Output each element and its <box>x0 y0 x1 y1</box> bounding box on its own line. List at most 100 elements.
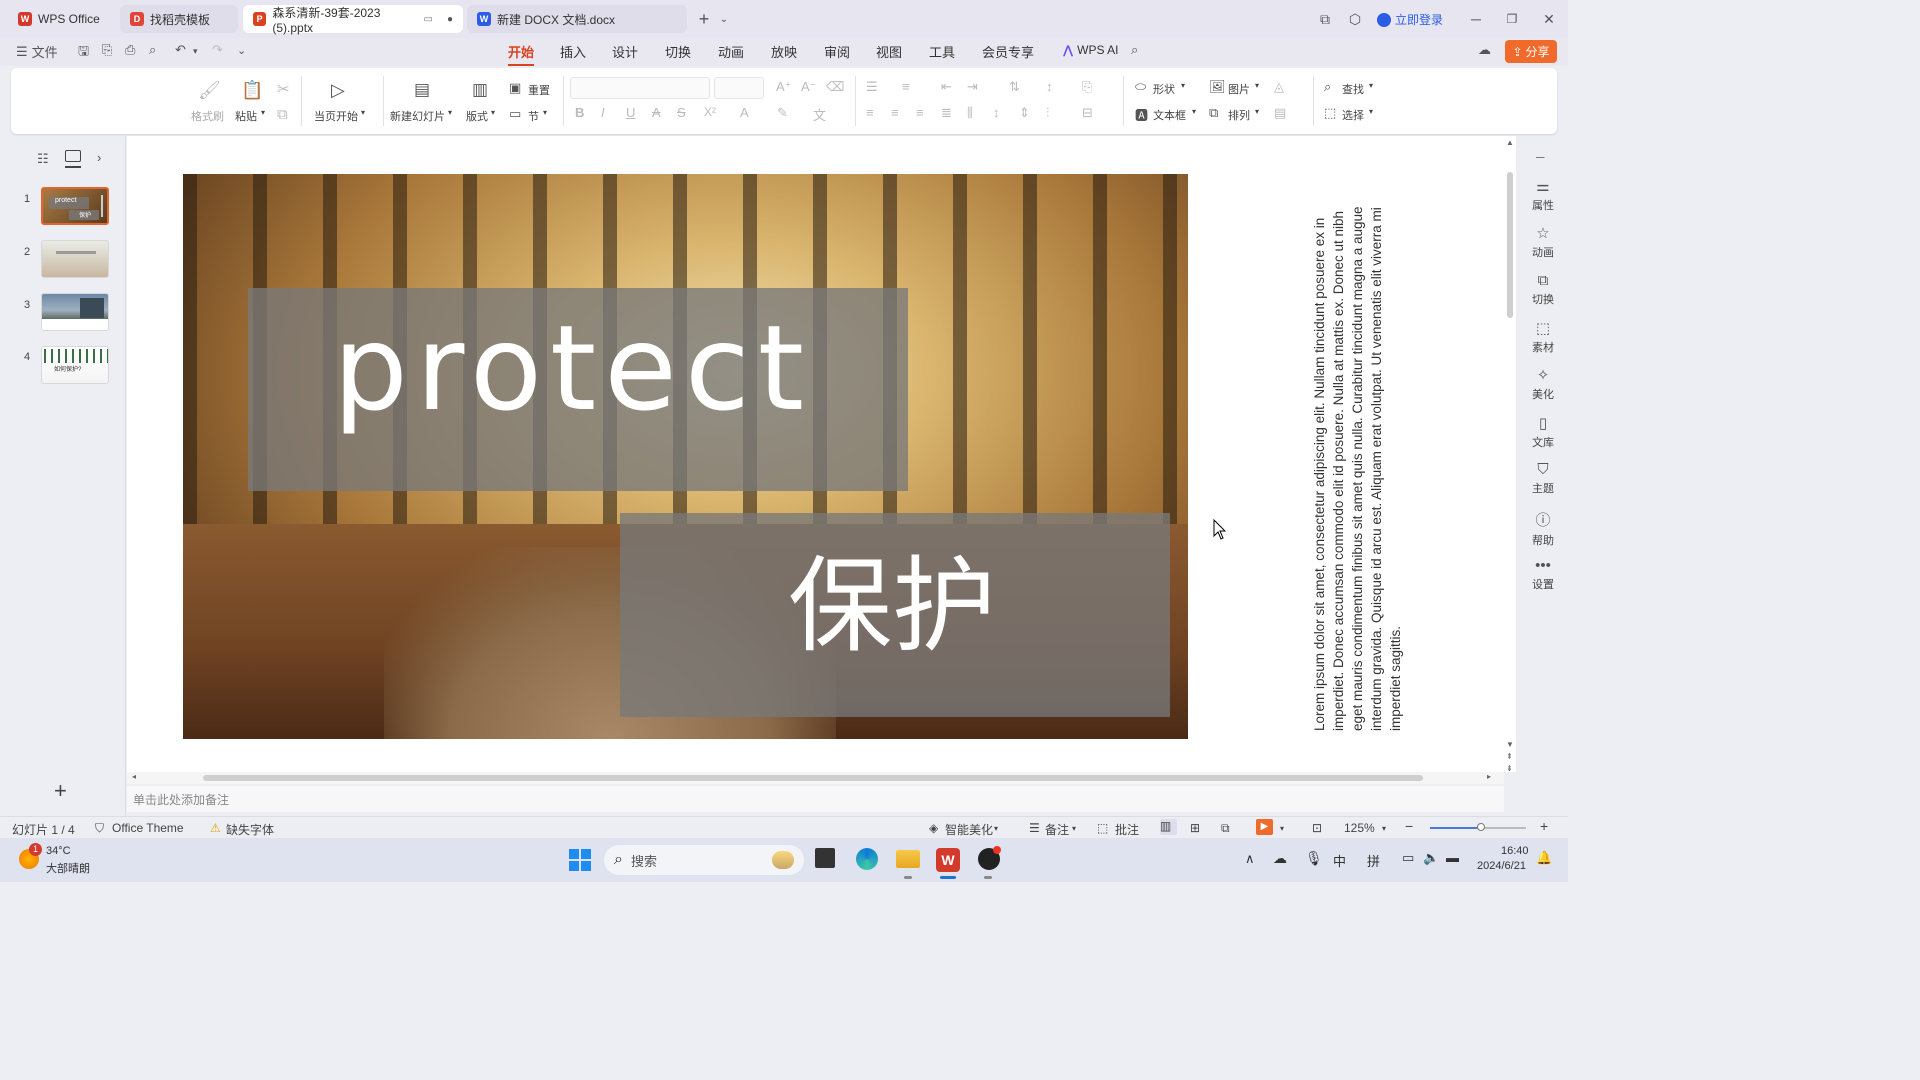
fit-window-icon[interactable]: ⊡ <box>1312 821 1322 835</box>
menu-member[interactable]: 会员专享 <box>982 42 1034 61</box>
bold-icon[interactable]: B <box>575 105 584 120</box>
menu-animation[interactable]: 动画 <box>718 42 744 61</box>
onedrive-cloud-icon[interactable]: ☁ <box>1273 850 1287 867</box>
font-color-icon[interactable]: A <box>740 105 749 120</box>
superscript-icon[interactable]: X² <box>704 105 716 119</box>
shadow-text-icon[interactable]: S <box>677 105 686 120</box>
menu-view[interactable]: 视图 <box>876 42 902 61</box>
undo-icon[interactable]: ↶ <box>175 42 186 58</box>
unsaved-dot-icon[interactable]: ● <box>447 14 453 25</box>
new-tab-plus-icon[interactable]: + <box>693 8 715 30</box>
sidebar-transition[interactable]: ⧉ 切换 <box>1518 272 1568 307</box>
slide-1[interactable]: protect 保护 <box>183 174 1188 739</box>
new-slide-icon[interactable]: ▤ <box>414 80 430 100</box>
textbox-button[interactable]: 文本框 <box>1153 107 1186 123</box>
sidebar-settings[interactable]: ••• 设置 <box>1518 557 1568 592</box>
chat-icon[interactable]: ☁ <box>1478 42 1491 58</box>
task-view-icon[interactable] <box>815 848 835 868</box>
paragraph-spacing-icon[interactable]: ⇕ <box>1019 105 1030 121</box>
cube-icon[interactable]: ⬡ <box>1344 8 1366 30</box>
tab-wps-office[interactable]: W WPS Office <box>8 5 112 33</box>
window-layout-icon[interactable]: ⧉ <box>1314 8 1336 30</box>
convert-icon[interactable]: ⎘ <box>1082 79 1092 95</box>
vertical-scrollbar[interactable]: ▲ ▼ ⇞ ⇟ <box>1504 136 1516 773</box>
restore-icon[interactable]: ❐ <box>1501 8 1523 30</box>
redo-icon[interactable]: ↷ <box>212 42 223 58</box>
zoom-in-icon[interactable]: + <box>1540 818 1548 834</box>
vertical-scroll-thumb[interactable] <box>1507 172 1513 318</box>
tab-docx-document[interactable]: W 新建 DOCX 文档.docx <box>467 5 687 33</box>
horizontal-scrollbar[interactable]: ◂ ▸ <box>127 772 1504 784</box>
clear-format-icon[interactable]: ⌫ <box>826 79 844 95</box>
menu-tools[interactable]: 工具 <box>929 42 955 61</box>
new-slide-chevron-icon[interactable]: ▾ <box>448 108 452 117</box>
print-icon[interactable]: ⎙ <box>125 42 135 58</box>
align-right-icon[interactable]: ≡ <box>916 105 924 120</box>
decrease-font-icon[interactable]: A⁻ <box>801 79 817 95</box>
justify-icon[interactable]: ≣ <box>941 105 952 121</box>
copy-icon[interactable]: ⧉ <box>277 106 288 123</box>
align-left-icon[interactable]: ≡ <box>866 105 874 120</box>
clock-date[interactable]: 2024/6/21 <box>1477 860 1526 872</box>
tab-list-chevron-icon[interactable]: ⌄ <box>713 8 735 30</box>
file-menu-button[interactable]: ☰ 文件 <box>16 42 58 61</box>
format-painter-icon[interactable]: 🖌 <box>198 80 221 101</box>
text-effects-icon[interactable]: 文 <box>813 105 826 124</box>
scroll-right-icon[interactable]: ▸ <box>1487 772 1491 781</box>
arrange-icon[interactable]: ⧉ <box>1209 105 1218 121</box>
notes-toggle-button[interactable]: 备注 <box>1045 821 1069 838</box>
sort-icon[interactable]: ↕ <box>1046 79 1053 94</box>
select-button[interactable]: 选择 <box>1342 107 1364 123</box>
notes-pane[interactable]: 单击此处添加备注 <box>127 786 1504 812</box>
taskbar-search-box[interactable]: ⌕ 搜索 <box>604 845 804 875</box>
add-slide-plus-icon[interactable]: + <box>54 778 67 804</box>
slide-thumbnail-2[interactable] <box>41 240 109 278</box>
paste-chevron-icon[interactable]: ▾ <box>261 108 265 117</box>
menu-review[interactable]: 审阅 <box>824 42 850 61</box>
align-center-icon[interactable]: ≡ <box>891 105 899 120</box>
arrange-button[interactable]: 排列 <box>1228 107 1250 123</box>
slide-title-english[interactable]: protect <box>333 309 812 427</box>
picture-chevron-icon[interactable]: ▾ <box>1255 81 1259 90</box>
cut-icon[interactable]: ✂ <box>277 80 290 98</box>
slide-thumbnail-1[interactable]: protect 保护 <box>41 187 109 225</box>
scroll-left-icon[interactable]: ◂ <box>132 772 136 781</box>
play-chevron-icon[interactable]: ▾ <box>361 108 365 117</box>
sidebar-beautify[interactable]: ✧ 美化 <box>1518 366 1568 402</box>
zoom-out-icon[interactable]: − <box>1405 818 1413 834</box>
paste-icon[interactable]: 📋 <box>241 80 263 101</box>
strikethrough-icon[interactable]: A <box>652 105 661 120</box>
tab-docer-templates[interactable]: D 找稻壳模板 <box>120 5 238 33</box>
slide-thumbnail-4[interactable]: 如何保护? <box>41 346 109 384</box>
sidebar-properties[interactable]: ⚌ 属性 <box>1518 177 1568 213</box>
layout-chevron-icon[interactable]: ▾ <box>491 108 495 117</box>
section-button[interactable]: 节 <box>528 108 539 124</box>
find-button[interactable]: 查找 <box>1342 81 1364 97</box>
line-spacing-icon[interactable]: ↕ <box>993 105 1000 120</box>
tab-pptx-document[interactable]: P 森系清新-39套-2023 (5).pptx ▭ ● <box>243 5 463 35</box>
highlight-icon[interactable]: ✎ <box>777 105 788 121</box>
volume-icon[interactable]: 🔈 <box>1423 850 1439 866</box>
network-icon[interactable]: ▭ <box>1402 850 1414 866</box>
layout-button[interactable]: 版式 <box>466 108 488 124</box>
numbering-icon[interactable]: ≡ <box>902 79 910 94</box>
smart-beautify-chevron-icon[interactable]: ▾ <box>994 824 998 833</box>
scroll-down-icon[interactable]: ▼ <box>1506 740 1514 749</box>
textbox-chevron-icon[interactable]: ▾ <box>1192 107 1196 116</box>
reset-icon[interactable]: ▣ <box>509 80 521 96</box>
minimize-icon[interactable]: ─ <box>1465 8 1487 30</box>
sidebar-library[interactable]: ▯ 文库 <box>1518 414 1568 450</box>
file-explorer-icon[interactable] <box>896 850 920 868</box>
microphone-icon[interactable]: 🎙 <box>1305 850 1323 867</box>
slideshow-chevron-icon[interactable]: ▾ <box>1280 824 1284 833</box>
font-size-select[interactable] <box>714 77 764 99</box>
reset-button[interactable]: 重置 <box>528 82 550 98</box>
wps-taskbar-icon[interactable]: W <box>936 848 960 872</box>
font-family-select[interactable] <box>570 77 710 99</box>
comments-button[interactable]: 批注 <box>1115 821 1139 838</box>
horizontal-scroll-thumb[interactable] <box>203 775 1423 781</box>
select-icon[interactable]: ⬚ <box>1324 105 1336 121</box>
previous-slide-icon[interactable]: ⇞ <box>1506 752 1513 761</box>
outline-view-icon[interactable]: ☷ <box>37 151 49 167</box>
wps-ai-button[interactable]: ⋀ WPS AI <box>1063 43 1118 57</box>
